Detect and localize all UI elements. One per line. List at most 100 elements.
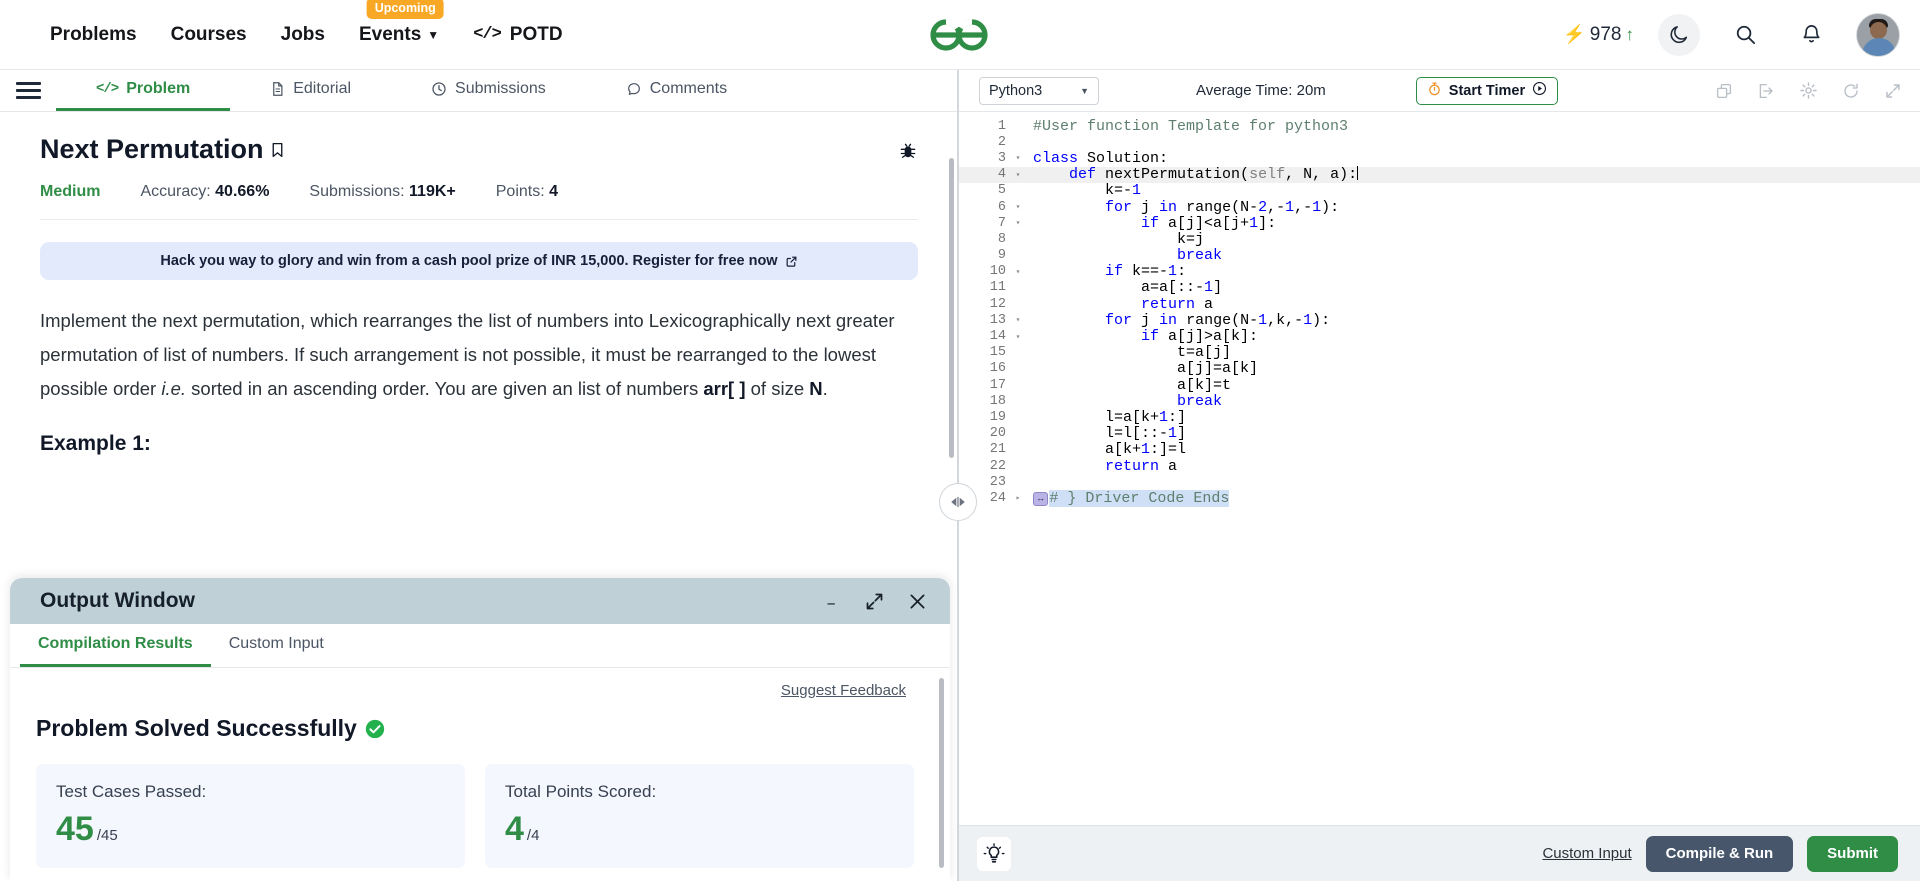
code-line-text: if a[j]>a[k]: — [1025, 328, 1258, 345]
avatar-head — [1870, 21, 1887, 39]
tab-comments[interactable]: Comments — [586, 70, 767, 111]
fold-toggle-icon[interactable]: ▾ — [1011, 218, 1025, 228]
splitter-handle[interactable] — [939, 483, 977, 521]
code-token: a[k]=t — [1177, 376, 1232, 394]
fold-toggle-icon[interactable]: ▾ — [1011, 153, 1025, 163]
bug-report-icon[interactable] — [898, 134, 918, 167]
expand-icon[interactable] — [864, 591, 885, 612]
tab-submissions[interactable]: Submissions — [391, 70, 586, 111]
code-token: a[j]=a[k] — [1177, 360, 1259, 378]
code-line[interactable]: 2 — [959, 134, 1920, 150]
close-icon[interactable] — [907, 591, 928, 612]
code-line[interactable]: 8 k=j — [959, 231, 1920, 248]
search-button[interactable] — [1724, 14, 1766, 56]
editor-footer-actions: Custom Input Compile & Run Submit — [1542, 835, 1898, 872]
chevron-down-icon: ▼ — [1080, 85, 1089, 96]
bookmark-icon[interactable] — [269, 140, 286, 160]
suggest-feedback-link[interactable]: Suggest Feedback — [36, 682, 914, 699]
fold-toggle-icon[interactable]: ▾ — [1011, 202, 1025, 212]
code-line[interactable]: 18 break — [959, 392, 1920, 410]
code-line[interactable]: 12 return a — [959, 296, 1920, 313]
nav-item-problems[interactable]: Problems — [50, 24, 137, 46]
nav-item-potd[interactable]: </> POTD — [473, 24, 562, 46]
code-line[interactable]: 20 l=l[::-1] — [959, 425, 1920, 442]
code-line[interactable]: 10 ▾ if k==-1: — [959, 263, 1920, 280]
code-line[interactable]: 15 t=a[j] — [959, 344, 1920, 361]
code-line[interactable]: 6 ▾ for j in range(N-2,-1,-1): — [959, 198, 1920, 216]
code-line[interactable]: 21 a[k+1:]=l — [959, 441, 1920, 459]
code-line[interactable]: 11 a=a[::-1] — [959, 279, 1920, 296]
code-token: a — [1159, 457, 1178, 475]
score-indicator[interactable]: ⚡ 978 ↑ — [1563, 24, 1634, 46]
code-line[interactable]: 16 a[j]=a[k] — [959, 360, 1920, 378]
minimize-icon[interactable] — [822, 594, 842, 608]
compile-and-run-button[interactable]: Compile & Run — [1645, 835, 1794, 872]
code-line[interactable]: 24 ▸ ↔ # } Driver Code Ends — [959, 489, 1920, 507]
code-line[interactable]: 23 — [959, 474, 1920, 490]
code-token: j — [1132, 198, 1160, 216]
line-number: 14 — [989, 329, 1006, 345]
fold-toggle-icon[interactable]: ▾ — [1011, 315, 1025, 325]
submit-button[interactable]: Submit — [1807, 835, 1898, 872]
code-token: ,- — [1267, 198, 1286, 216]
sidebar-menu-button[interactable] — [0, 70, 56, 111]
line-number: 1 — [997, 118, 1006, 134]
promo-banner[interactable]: Hack you way to glory and win from a cas… — [40, 242, 918, 280]
output-window-body[interactable]: Suggest Feedback Problem Solved Successf… — [10, 668, 950, 881]
code-line[interactable]: 22 return a — [959, 457, 1920, 475]
user-avatar[interactable] — [1856, 12, 1900, 57]
notifications-button[interactable] — [1790, 14, 1832, 56]
tab-problem[interactable]: </> Problem — [56, 70, 231, 111]
fold-toggle-icon[interactable]: ▸ — [1011, 493, 1025, 503]
code-token: 1 — [1141, 441, 1151, 459]
code-line[interactable]: 7 ▾ if a[j]<a[j+1]: — [959, 215, 1920, 232]
nav-item-jobs[interactable]: Jobs — [281, 24, 325, 46]
reset-icon[interactable] — [1842, 82, 1860, 100]
fold-toggle-icon[interactable]: ▾ — [1011, 267, 1025, 277]
pane-splitter[interactable] — [939, 70, 977, 881]
custom-input-link[interactable]: Custom Input — [1542, 845, 1631, 862]
collapsed-fold-widget[interactable]: ↔ — [1033, 491, 1049, 506]
card-test-cases-passed: Test Cases Passed: 45 /45 — [36, 764, 465, 868]
tab-custom-input[interactable]: Custom Input — [211, 624, 342, 667]
check-circle-icon — [364, 718, 386, 740]
fold-toggle-icon[interactable]: ▾ — [1011, 332, 1025, 342]
line-number: 13 — [989, 312, 1006, 328]
code-line[interactable]: 3 ▾ class Solution: — [959, 150, 1920, 167]
code-line[interactable]: 19 l=a[k+1:] — [959, 409, 1920, 426]
code-line-text: if k==-1: — [1025, 263, 1186, 280]
tab-compilation-results[interactable]: Compilation Results — [20, 624, 211, 667]
start-timer-button[interactable]: Start Timer — [1415, 76, 1559, 105]
code-line[interactable]: 13 ▾ for j in range(N-1,k,-1): — [959, 311, 1920, 329]
settings-gear-icon[interactable] — [1799, 81, 1818, 100]
hint-button[interactable] — [977, 836, 1011, 871]
code-token: if — [1105, 263, 1124, 281]
fullscreen-icon[interactable] — [1884, 82, 1902, 100]
import-icon[interactable] — [1757, 82, 1775, 100]
copy-icon[interactable] — [1715, 82, 1733, 100]
nav-item-courses[interactable]: Courses — [171, 24, 247, 46]
line-number: 19 — [989, 409, 1006, 425]
line-number: 7 — [997, 215, 1006, 231]
code-token: j — [1132, 311, 1160, 329]
language-selector[interactable]: Python3 ▼ — [979, 76, 1099, 105]
events-upcoming-badge: Upcoming — [366, 0, 444, 19]
code-line[interactable]: 14 ▾ if a[j]>a[k]: — [959, 328, 1920, 345]
tab-editorial[interactable]: Editorial — [230, 70, 391, 111]
theme-toggle-button[interactable] — [1658, 13, 1700, 56]
output-scrollbar-thumb[interactable] — [939, 678, 944, 868]
code-line[interactable]: 9 break — [959, 247, 1920, 264]
code-editor[interactable]: 1 #User function Template for python3 2 3 ▾ c… — [959, 112, 1920, 825]
nav-item-events[interactable]: Upcoming Events ▼ — [359, 0, 444, 46]
code-line[interactable]: 4 ▾ def nextPermutation(self, N, a): — [959, 166, 1920, 183]
code-line[interactable]: 5 k=-1 — [959, 182, 1920, 199]
geeksforgeeks-logo[interactable] — [926, 15, 994, 60]
points-stat: Points: 4 — [496, 183, 558, 201]
code-line[interactable]: 17 a[k]=t — [959, 376, 1920, 394]
nav-label-potd: POTD — [509, 23, 563, 45]
clock-icon — [431, 81, 447, 97]
line-number: 17 — [989, 377, 1006, 393]
code-token: break — [1177, 392, 1223, 410]
fold-toggle-icon[interactable]: ▾ — [1011, 170, 1025, 180]
code-line[interactable]: 1 #User function Template for python3 — [959, 118, 1920, 135]
